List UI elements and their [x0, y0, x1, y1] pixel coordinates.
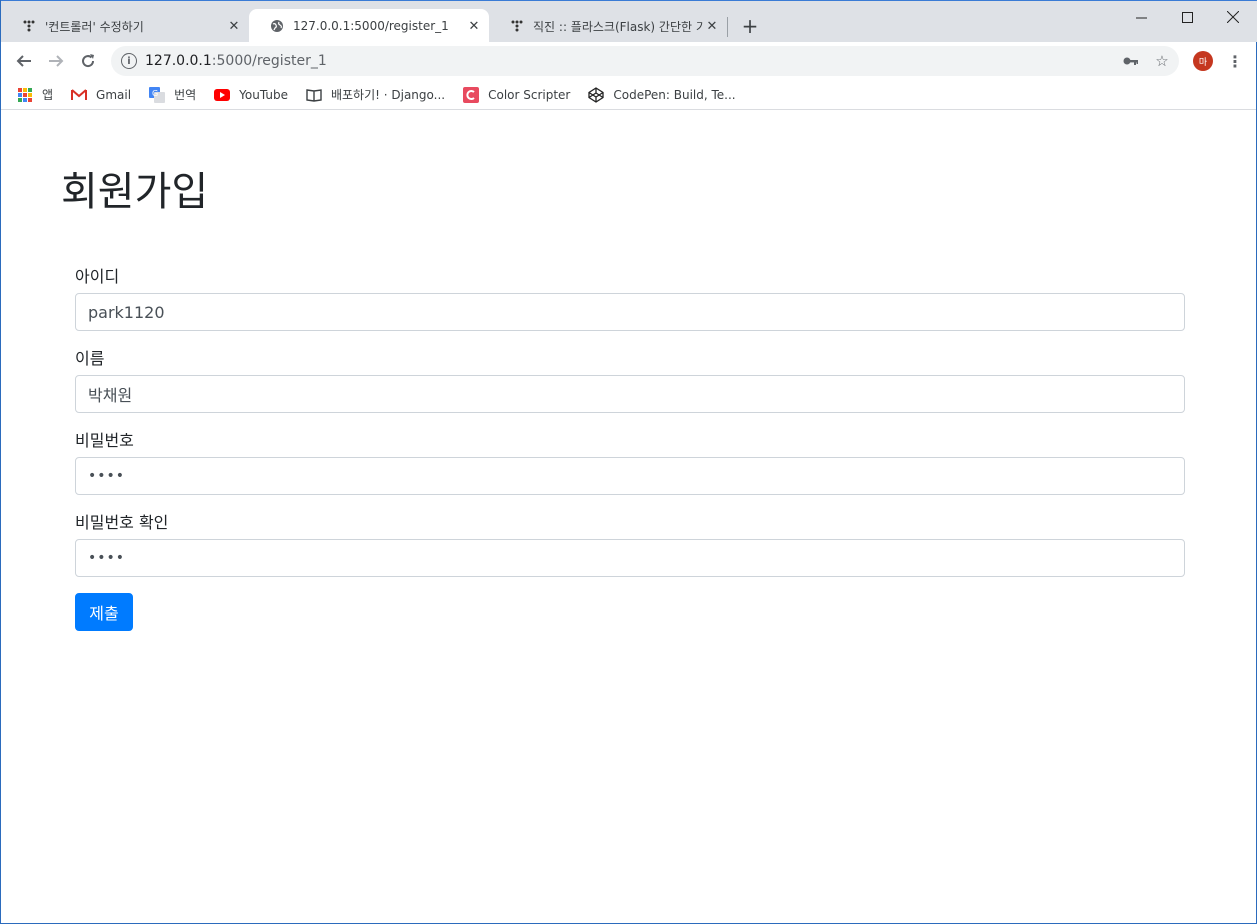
tistory-icon: [509, 18, 525, 34]
tab-register[interactable]: 127.0.0.1:5000/register_1 ✕: [249, 9, 489, 43]
close-icon[interactable]: ✕: [225, 17, 243, 35]
globe-icon: [269, 18, 285, 34]
bookmark-label: YouTube: [239, 87, 288, 102]
tistory-icon: [21, 18, 37, 34]
bookmark-label: Color Scripter: [488, 87, 571, 102]
password-input[interactable]: ••••: [75, 457, 1185, 495]
new-tab-button[interactable]: +: [739, 14, 761, 38]
browser-toolbar: i 127.0.0.1:5000/register_1 ☆ 마 ⋮: [1, 42, 1256, 80]
bookmark-label: Gmail: [96, 87, 132, 102]
forward-icon[interactable]: [43, 48, 69, 74]
password-confirm-input[interactable]: ••••: [75, 539, 1185, 577]
apps-grid-icon: [17, 87, 33, 103]
tab-title: 직진 :: 플라스크(Flask) 간단한 기: [533, 19, 703, 34]
gmail-icon: [71, 87, 88, 103]
bookmark-label: 앱: [42, 88, 54, 102]
youtube-icon: [214, 87, 231, 103]
codepen-icon: [588, 86, 605, 103]
page-title: 회원가입: [61, 169, 209, 215]
url-text: 127.0.0.1:5000/register_1: [145, 53, 327, 69]
info-icon[interactable]: i: [121, 53, 137, 69]
password-label: 비밀번호: [75, 431, 134, 450]
url-path: :5000/register_1: [211, 53, 327, 69]
bookmark-label: CodePen: Build, Te...: [613, 87, 736, 102]
bookmark-label: 배포하기! · Django...: [330, 88, 446, 102]
avatar[interactable]: 마: [1193, 51, 1213, 71]
tab-divider: [727, 17, 728, 37]
form-group-password-confirm: 비밀번호 확인 ••••: [75, 509, 1185, 577]
bookmark-translate[interactable]: G 번역: [149, 86, 196, 103]
more-menu-icon[interactable]: ⋮: [1227, 50, 1243, 72]
bookmark-codepen[interactable]: CodePen: Build, Te...: [588, 86, 736, 103]
page-content: 회원가입 아이디 park1120 이름 박채원 비밀번호 •••• 비밀번호 …: [1, 111, 1256, 923]
star-icon[interactable]: ☆: [1152, 51, 1172, 71]
bookmark-color-scripter[interactable]: Color Scripter: [463, 86, 571, 103]
back-icon[interactable]: [11, 48, 37, 74]
form-group-password: 비밀번호 ••••: [75, 427, 1185, 495]
close-icon[interactable]: ✕: [465, 17, 483, 35]
color-scripter-icon: [463, 86, 480, 103]
id-label: 아이디: [75, 267, 120, 286]
tab-flask-article[interactable]: 직진 :: 플라스크(Flask) 간단한 기 ✕: [489, 9, 727, 43]
close-icon[interactable]: ✕: [703, 17, 721, 35]
translate-icon: G: [149, 86, 166, 103]
book-icon: [306, 87, 322, 103]
id-input[interactable]: park1120: [75, 293, 1185, 331]
address-bar[interactable]: i 127.0.0.1:5000/register_1 ☆: [111, 46, 1179, 76]
bookmark-gmail[interactable]: Gmail: [71, 87, 131, 103]
form-group-id: 아이디 park1120: [75, 263, 1185, 331]
bookmark-apps[interactable]: 앱: [17, 86, 53, 103]
name-label: 이름: [75, 349, 105, 368]
tab-strip: '컨트롤러' 수정하기 ✕ 127.0.0.1:5000/register_1 …: [1, 0, 1257, 43]
form-group-name: 이름 박채원: [75, 345, 1185, 413]
bookmark-label: 번역: [174, 88, 197, 102]
name-input[interactable]: 박채원: [75, 375, 1185, 413]
tab-title: 127.0.0.1:5000/register_1: [293, 19, 449, 33]
url-host: 127.0.0.1: [145, 53, 212, 69]
bookmark-django[interactable]: 배포하기! · Django...: [306, 86, 445, 103]
browser-window: '컨트롤러' 수정하기 ✕ 127.0.0.1:5000/register_1 …: [0, 0, 1257, 924]
key-icon[interactable]: [1121, 51, 1141, 71]
bookmark-youtube[interactable]: YouTube: [214, 87, 288, 103]
reload-icon[interactable]: [75, 48, 101, 74]
maximize-icon[interactable]: [1164, 5, 1210, 29]
close-window-icon[interactable]: [1210, 5, 1256, 29]
tab-title: '컨트롤러' 수정하기: [45, 19, 144, 34]
bookmarks-bar: 앱 Gmail G 번역 YouTube 배포하기! · Django... C…: [1, 80, 1256, 110]
register-form: 아이디 park1120 이름 박채원 비밀번호 •••• 비밀번호 확인 ••…: [75, 263, 1185, 631]
svg-text:G: G: [152, 89, 158, 98]
password-confirm-label: 비밀번호 확인: [75, 513, 169, 532]
tab-controller-edit[interactable]: '컨트롤러' 수정하기 ✕: [1, 9, 249, 43]
minimize-icon[interactable]: [1118, 5, 1164, 29]
submit-button[interactable]: 제출: [75, 593, 133, 631]
